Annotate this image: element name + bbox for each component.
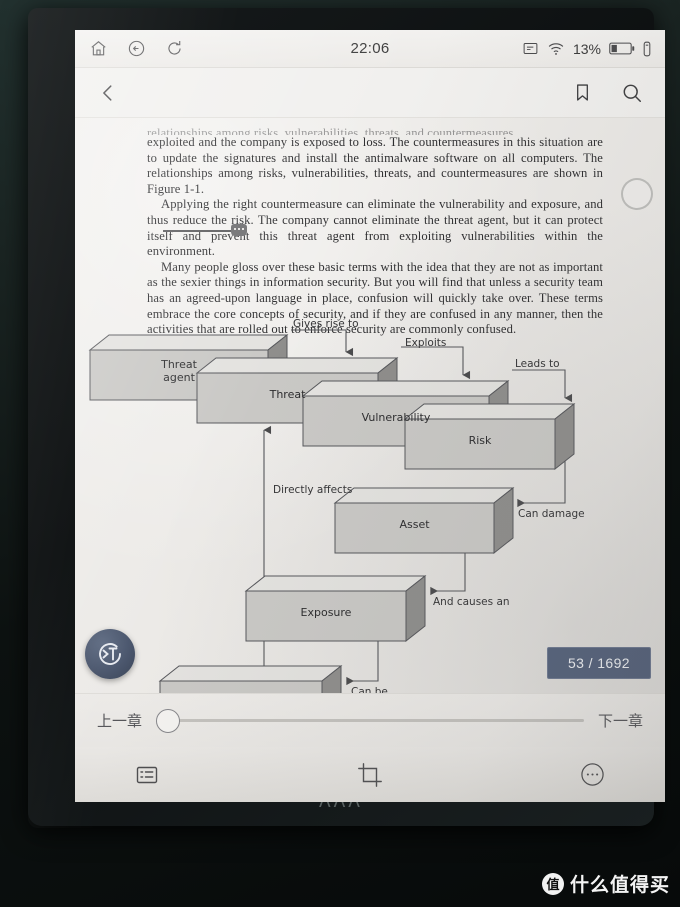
wifi-icon[interactable] — [547, 40, 565, 58]
site-watermark: 值 什么值得买 — [541, 870, 670, 897]
more-icon[interactable] — [580, 762, 605, 787]
next-chapter-button[interactable]: 下一章 — [598, 710, 643, 731]
diagram-box-label-threat: Threat — [269, 388, 306, 401]
prev-chapter-button[interactable]: 上一章 — [97, 710, 142, 731]
diagram-box-label-asset: Asset — [399, 518, 430, 531]
diagram-edge-label-gives-rise-to: Gives rise to — [293, 318, 359, 330]
watermark-badge: 值 — [541, 872, 564, 895]
battery-icon — [609, 41, 635, 56]
diagram-box-label-vulnerability: Vulnerability — [361, 411, 431, 424]
stylus-icon — [643, 41, 651, 57]
diagram-edge-label-exploits: Exploits — [405, 337, 447, 349]
device-screen: 22:06 13% relationships among risks, vul… — [75, 30, 665, 802]
bookmark-icon[interactable] — [572, 82, 593, 103]
page-slider-track[interactable] — [178, 719, 584, 722]
refresh-text-fab-button[interactable] — [85, 629, 135, 679]
photograph: MOΛΛΛ — [0, 0, 680, 907]
annotation-underline[interactable] — [163, 230, 237, 232]
notes-icon[interactable] — [522, 40, 539, 57]
reader-bottom-iconbar — [75, 747, 665, 802]
diagram-edge-label-can-be: Can be — [351, 686, 388, 693]
page-edge-ring — [621, 178, 653, 210]
reader-toolbar — [75, 68, 665, 118]
toc-icon[interactable] — [135, 763, 159, 787]
diagram-edge-label-directly-affects: Directly affects — [273, 484, 353, 496]
diagram-box-safeguard — [158, 664, 343, 693]
page-indicator[interactable]: 53 / 1692 — [547, 647, 651, 679]
reader-toolbar-actions — [572, 82, 643, 104]
page-slider-knob[interactable] — [156, 708, 181, 733]
annotation-note-marker[interactable] — [231, 224, 247, 236]
status-bar-right: 13% — [522, 40, 651, 58]
clipped-previous-line: relationships among risks, vulnerabiliti… — [147, 126, 514, 135]
diagram-edge-label-can-damage: Can damage — [518, 508, 585, 520]
search-icon[interactable] — [621, 82, 643, 104]
diagram-box-label-exposure: Exposure — [300, 606, 352, 619]
paragraph-1: exploited and the company is exposed to … — [147, 135, 603, 196]
ereader-device: MOΛΛΛ — [28, 8, 665, 828]
chapter-nav-bar: 上一章 下一章 — [75, 693, 665, 747]
status-bar: 22:06 13% — [75, 30, 665, 68]
page-slider[interactable] — [156, 708, 584, 734]
figure-security-concepts-diagram: Threat agent Threat Vulnerability Risk A… — [75, 318, 665, 693]
diagram-box-label-threat-agent: Threat agent — [161, 358, 197, 384]
diagram-edge-label-and-causes-an: And causes an — [433, 596, 510, 608]
paragraph-2: Applying the right countermeasure can el… — [147, 197, 603, 259]
diagram-box-label-risk: Risk — [468, 434, 492, 447]
diagram-edge-label-leads-to: Leads to — [515, 358, 560, 370]
battery-percent-label: 13% — [572, 40, 601, 57]
back-chevron-icon[interactable] — [97, 82, 119, 104]
watermark-text: 什么值得买 — [569, 874, 670, 896]
crop-icon[interactable] — [357, 762, 383, 788]
reader-page[interactable]: relationships among risks, vulnerabiliti… — [75, 118, 665, 693]
